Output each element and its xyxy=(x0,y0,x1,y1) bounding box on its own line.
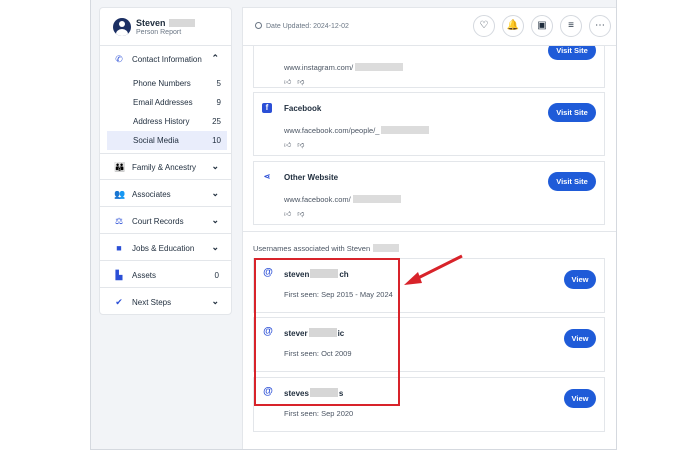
chevron-down-icon: ⌄ xyxy=(211,215,219,225)
chevron-down-icon: ⌄ xyxy=(211,161,219,171)
pdf-icon: ▣ xyxy=(537,20,547,31)
gavel-icon: ⚖ xyxy=(114,216,124,226)
sidebar-item-assets[interactable]: ▙ Assets 0 xyxy=(100,262,231,288)
phone-icon: ✆ xyxy=(115,54,123,64)
redacted-text xyxy=(352,195,401,203)
redacted-text xyxy=(355,63,404,71)
social-card-facebook: f Facebook Visit Site www.facebook.com/p… xyxy=(253,92,605,156)
sidebar-item-social-media[interactable]: Social Media 10 xyxy=(107,131,227,150)
usernames-heading: Usernames associated with Steven xyxy=(253,244,400,253)
check-circle-icon: ✔ xyxy=(115,297,123,307)
sidebar-item-associates[interactable]: 👥 Associates ⌄ xyxy=(100,181,231,207)
social-url: www.facebook.com/people/_ xyxy=(284,126,430,135)
sidebar-item-email-addresses[interactable]: Email Addresses 9 xyxy=(107,93,227,112)
heart-icon: ♡ xyxy=(479,20,489,31)
profile-name: Steven xyxy=(136,18,195,28)
social-url: www.instagram.com/ xyxy=(284,63,404,72)
social-title: Other Website xyxy=(284,173,339,182)
social-url: www.facebook.com/ xyxy=(284,195,401,204)
annotation-arrow xyxy=(404,254,463,285)
chevron-down-icon: ⌄ xyxy=(211,188,219,198)
list-button[interactable]: ≡ xyxy=(560,15,582,37)
sidebar-item-family-ancestry[interactable]: 👪 Family & Ancestry ⌄ xyxy=(100,154,231,180)
sidebar-item-address-history[interactable]: Address History 25 xyxy=(107,112,227,131)
feedback-icons[interactable]: 👍︎ 👎︎ xyxy=(284,77,306,86)
view-button[interactable]: View xyxy=(564,389,596,408)
clock-icon xyxy=(255,22,262,29)
chevron-down-icon: ⌄ xyxy=(211,242,219,252)
people-icon: 👥 xyxy=(114,189,126,199)
view-button[interactable]: View xyxy=(564,270,596,289)
briefcase-icon: ■ xyxy=(116,243,122,253)
social-card-other-website: ⋖ Other Website Visit Site www.facebook.… xyxy=(253,161,605,225)
sidebar-item-jobs-education[interactable]: ■ Jobs & Education ⌄ xyxy=(100,235,231,261)
share-icon: ⋖ xyxy=(263,172,271,181)
sidebar-item-contact-information[interactable]: ✆ Contact Information ⌃ xyxy=(100,46,231,72)
feedback-icons[interactable]: 👍︎ 👎︎ xyxy=(284,209,306,218)
social-title: Facebook xyxy=(284,104,322,113)
feedback-icons[interactable]: 👍︎ 👎︎ xyxy=(284,140,306,149)
visit-site-button[interactable]: Visit Site xyxy=(548,103,596,122)
family-icon: 👪 xyxy=(114,162,126,172)
date-updated: Date Updated: 2024-12-02 xyxy=(255,22,349,30)
assets-icon: ▙ xyxy=(115,270,123,280)
list-icon: ≡ xyxy=(568,20,574,31)
more-button[interactable]: ⋯ xyxy=(589,15,611,37)
sidebar-item-phone-numbers[interactable]: Phone Numbers 5 xyxy=(107,74,227,93)
pdf-button[interactable]: ▣ xyxy=(531,15,553,37)
sidebar: Steven Person Report ✆ Contact Informati… xyxy=(99,7,232,315)
sidebar-item-court-records[interactable]: ⚖ Court Records ⌄ xyxy=(100,208,231,234)
view-button[interactable]: View xyxy=(564,329,596,348)
heart-button[interactable]: ♡ xyxy=(473,15,495,37)
redacted-text xyxy=(381,126,430,134)
notification-button[interactable]: 🔔 xyxy=(502,15,524,37)
chevron-up-icon: ⌃ xyxy=(211,53,219,63)
facebook-icon: f xyxy=(262,103,272,113)
profile-subtitle: Person Report xyxy=(136,29,182,36)
sidebar-item-next-steps[interactable]: ✔ Next Steps ⌄ xyxy=(100,289,231,315)
avatar xyxy=(113,18,131,36)
visit-site-button[interactable]: Visit Site xyxy=(548,172,596,191)
highlight-box xyxy=(254,258,400,406)
divider xyxy=(243,231,616,232)
first-seen: First seen: Sep 2020 xyxy=(284,409,354,418)
top-bar: Date Updated: 2024-12-02 ♡ 🔔 ▣ ≡ ⋯ xyxy=(243,8,616,46)
chevron-down-icon: ⌄ xyxy=(211,296,219,306)
redacted-text xyxy=(168,19,195,27)
more-icon: ⋯ xyxy=(595,20,605,31)
redacted-text xyxy=(373,244,400,252)
bell-icon: 🔔 xyxy=(506,20,520,31)
profile-header: Steven Person Report xyxy=(100,8,231,46)
